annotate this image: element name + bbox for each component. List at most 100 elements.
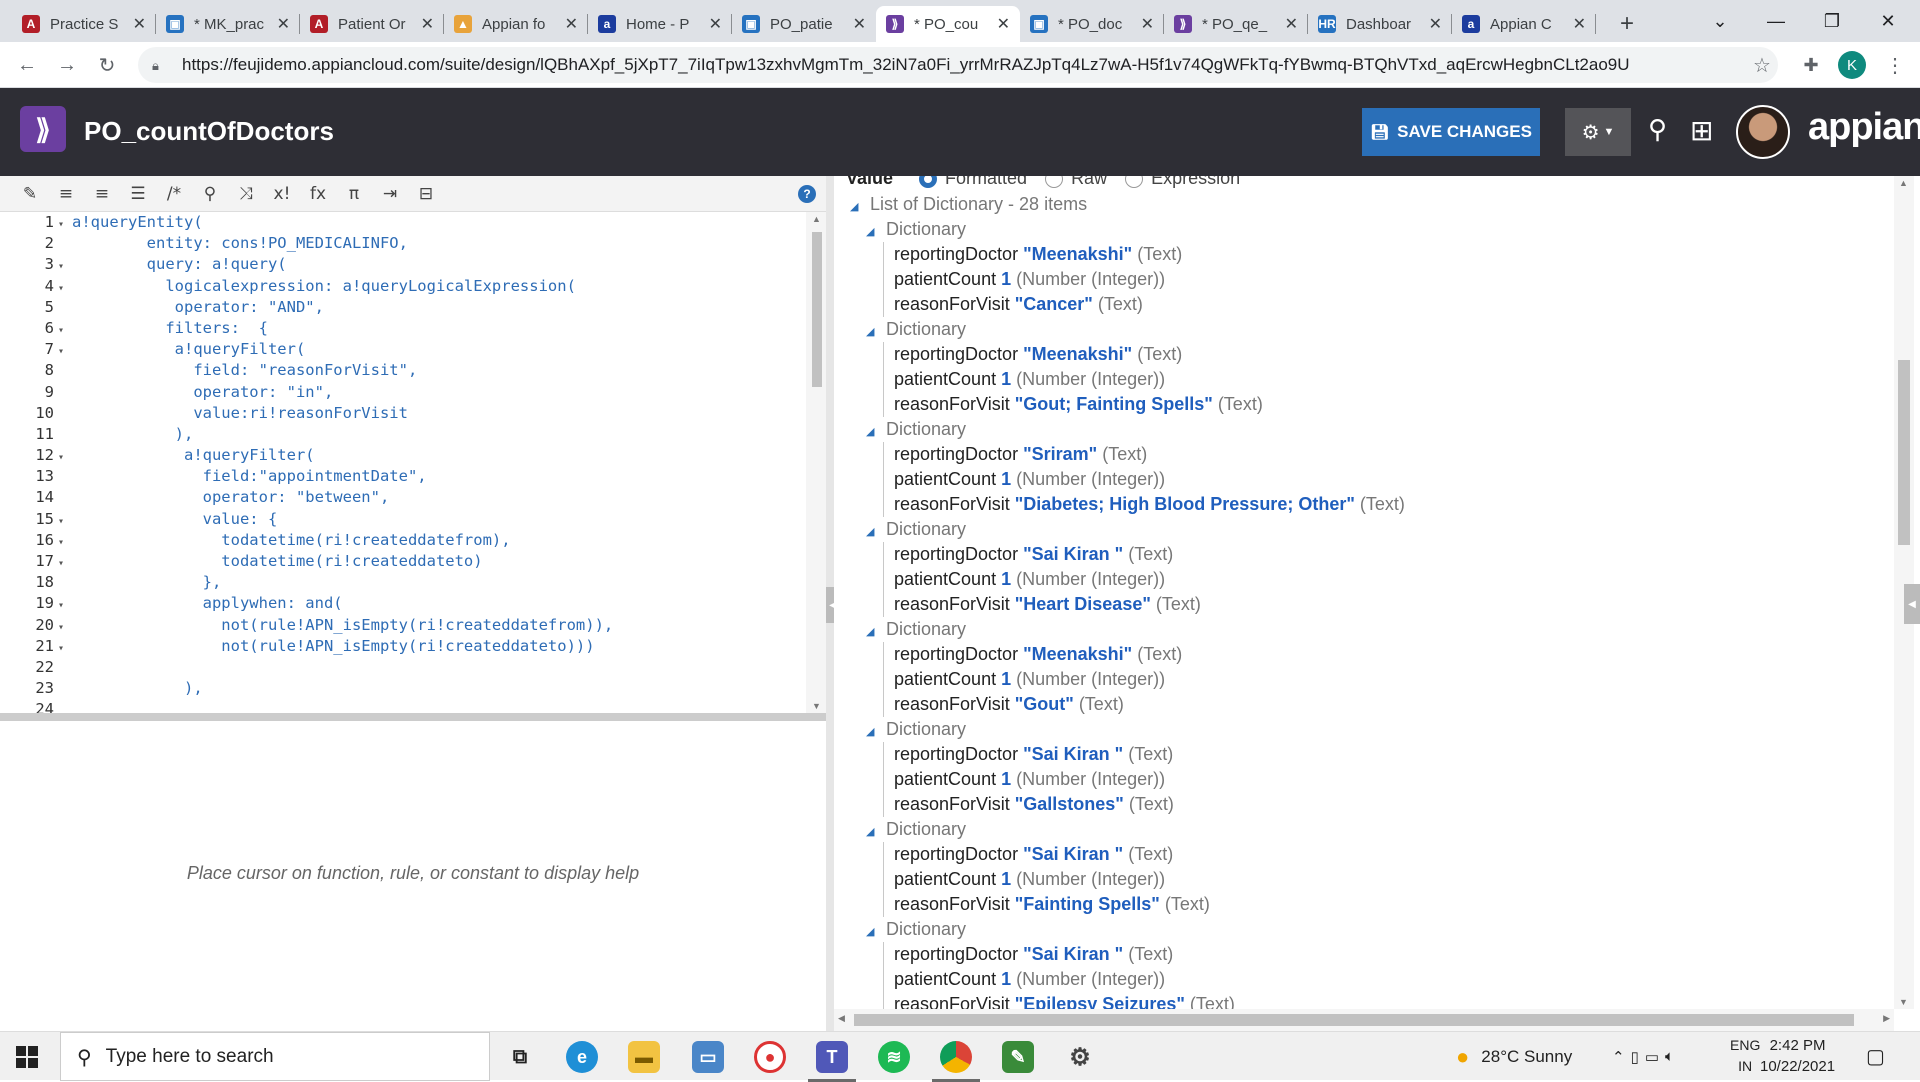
user-avatar[interactable] xyxy=(1736,105,1790,159)
chevron-up-icon[interactable]: ⌃ xyxy=(1612,1048,1631,1066)
toolbar-icon[interactable]: /* xyxy=(156,184,192,204)
tab-close-icon[interactable]: ✕ xyxy=(1141,14,1154,34)
scroll-down-icon[interactable]: ▼ xyxy=(812,701,821,711)
task-view-icon[interactable]: ⧉ xyxy=(504,1041,536,1073)
code-line[interactable]: 18 }, xyxy=(0,572,806,593)
code-line[interactable]: 20 ▾ not(rule!APN_isEmpty(ri!createddatef… xyxy=(0,615,806,636)
tab-search-icon[interactable]: ⌄ xyxy=(1692,0,1748,42)
forward-icon[interactable]: → xyxy=(52,50,82,80)
fold-arrow-icon[interactable]: ▾ xyxy=(58,256,72,277)
code-line[interactable]: 2 entity: cons!PO_MEDICALINFO, xyxy=(0,233,806,254)
fold-arrow-icon[interactable]: ▾ xyxy=(58,214,72,235)
volume-icon[interactable]: 🔈︎ xyxy=(1665,1048,1680,1065)
toolbar-icon[interactable]: ☰ xyxy=(120,184,156,204)
code-line[interactable]: 21 ▾ not(rule!APN_isEmpty(ri!createddatet… xyxy=(0,636,806,657)
taskbar-search-input[interactable]: ⚲ Type here to search xyxy=(60,1032,490,1081)
bookmark-star-icon[interactable]: ☆ xyxy=(1747,50,1777,80)
file-explorer-icon[interactable]: ▬ xyxy=(628,1041,660,1073)
value-hscrollbar[interactable]: ◀ ▶ xyxy=(834,1009,1894,1031)
search-web-icon[interactable]: ⚲ xyxy=(1648,114,1667,145)
teams-icon[interactable]: T xyxy=(808,1041,856,1082)
reload-icon[interactable]: ↻ xyxy=(92,50,122,80)
code-line[interactable]: 5 operator: "AND", xyxy=(0,297,806,318)
fold-arrow-icon[interactable]: ▾ xyxy=(58,447,72,468)
browser-tab[interactable]: HR Dashboar ✕ xyxy=(1308,6,1452,42)
tab-close-icon[interactable]: ✕ xyxy=(565,14,578,34)
browser-menu-icon[interactable]: ⋮ xyxy=(1880,50,1910,80)
code-line[interactable]: 15 ▾ value: { xyxy=(0,509,806,530)
code-line[interactable]: 10 value:ri!reasonForVisit xyxy=(0,403,806,424)
code-line[interactable]: 23 ), xyxy=(0,678,806,699)
fold-arrow-icon[interactable]: ▾ xyxy=(58,553,72,574)
toolbar-icon[interactable]: fx xyxy=(300,184,336,204)
toolbar-icon[interactable]: ⊟ xyxy=(408,184,444,204)
list-summary-row[interactable]: ◢ List of Dictionary - 28 items xyxy=(850,192,1405,217)
fold-arrow-icon[interactable]: ▾ xyxy=(58,341,72,362)
browser-tab[interactable]: ⟫ * PO_qe_ ✕ xyxy=(1164,6,1308,42)
chrome-icon[interactable] xyxy=(932,1041,980,1082)
dictionary-header[interactable]: ◢ Dictionary xyxy=(866,617,1405,642)
tab-close-icon[interactable]: ✕ xyxy=(709,14,722,34)
tab-close-icon[interactable]: ✕ xyxy=(421,14,434,34)
tab-close-icon[interactable]: ✕ xyxy=(277,14,290,34)
browser-tab[interactable]: ▣ * MK_prac ✕ xyxy=(156,6,300,42)
collapse-triangle-icon[interactable]: ◢ xyxy=(850,195,862,220)
pc-icon[interactable]: ▭ xyxy=(692,1041,724,1073)
extensions-icon[interactable]: ✚ xyxy=(1796,50,1826,80)
code-line[interactable]: 6 ▾ filters: { xyxy=(0,318,806,339)
dictionary-header[interactable]: ◢ Dictionary xyxy=(866,917,1405,942)
fold-arrow-icon[interactable]: ▾ xyxy=(58,320,72,341)
settings-menu-button[interactable]: ⚙ ▼ xyxy=(1565,108,1631,156)
dictionary-header[interactable]: ◢ Dictionary xyxy=(866,517,1405,542)
minimize-icon[interactable]: — xyxy=(1748,0,1804,42)
dictionary-header[interactable]: ◢ Dictionary xyxy=(866,317,1405,342)
close-window-icon[interactable]: ✕ xyxy=(1860,0,1916,42)
value-scroll-thumb[interactable] xyxy=(1898,360,1910,545)
browser-tab[interactable]: ▲ Appian fo ✕ xyxy=(444,6,588,42)
new-tab-button[interactable]: + xyxy=(1610,6,1644,42)
editor-splitter[interactable] xyxy=(0,713,826,721)
toolbar-icon[interactable]: ✎ xyxy=(12,184,48,204)
fold-arrow-icon[interactable]: ▾ xyxy=(58,278,72,299)
expression-radio[interactable]: Expression xyxy=(1125,176,1240,189)
code-area[interactable]: 1 ▾ a!queryEntity(2 entity: cons!PO_MEDICA… xyxy=(0,212,806,713)
scroll-left-icon[interactable]: ◀ xyxy=(838,1013,845,1024)
code-line[interactable]: 7 ▾ a!queryFilter( xyxy=(0,339,806,360)
weather-widget[interactable]: ● 28°C Sunny xyxy=(1456,1032,1572,1081)
code-line[interactable]: 13 field:"appointmentDate", xyxy=(0,466,806,487)
clock[interactable]: 2:42 PM 10/22/2021 xyxy=(1760,1035,1835,1077)
scroll-down-icon[interactable]: ▼ xyxy=(1899,997,1908,1007)
code-line[interactable]: 22 xyxy=(0,657,806,678)
notification-icon[interactable]: ▢ xyxy=(1866,1032,1885,1081)
code-line[interactable]: 16 ▾ todatetime(ri!createddatefrom), xyxy=(0,530,806,551)
toolbar-icon[interactable]: ⤨ xyxy=(228,184,264,204)
code-line[interactable]: 8 field: "reasonForVisit", xyxy=(0,360,806,381)
tab-close-icon[interactable]: ✕ xyxy=(1429,14,1442,34)
fold-arrow-icon[interactable]: ▾ xyxy=(58,595,72,616)
browser-tab[interactable]: ▣ * PO_doc ✕ xyxy=(1020,6,1164,42)
url-input[interactable]: 🔒︎ https://feujidemo.appiancloud.com/sui… xyxy=(138,47,1778,83)
scroll-up-icon[interactable]: ▲ xyxy=(812,214,821,224)
code-line[interactable]: 4 ▾ logicalexpression: a!queryLogicalExpr… xyxy=(0,276,806,297)
image-app-icon[interactable]: ✎ xyxy=(1002,1041,1034,1073)
code-line[interactable]: 3 ▾ query: a!query( xyxy=(0,254,806,275)
tab-close-icon[interactable]: ✕ xyxy=(1285,14,1298,34)
scroll-right-icon[interactable]: ▶ xyxy=(1883,1013,1890,1024)
dictionary-header[interactable]: ◢ Dictionary xyxy=(866,217,1405,242)
device-icon[interactable]: ▯ xyxy=(1631,1048,1645,1066)
settings-gear-icon[interactable]: ⚙ xyxy=(1064,1041,1096,1073)
battery-icon[interactable]: ▭ xyxy=(1645,1048,1665,1066)
code-line[interactable]: 1 ▾ a!queryEntity( xyxy=(0,212,806,233)
tab-close-icon[interactable]: ✕ xyxy=(997,14,1010,34)
toolbar-icon[interactable]: ≡ xyxy=(48,184,84,204)
scroll-up-icon[interactable]: ▲ xyxy=(1899,178,1908,188)
back-icon[interactable]: ← xyxy=(12,50,42,80)
code-line[interactable]: 19 ▾ applywhen: and( xyxy=(0,593,806,614)
system-tray-icons[interactable]: ⌃ ▯ ▭ 🔈︎ xyxy=(1612,1032,1680,1081)
code-line[interactable]: 11 ), xyxy=(0,424,806,445)
maximize-icon[interactable]: ❐ xyxy=(1804,0,1860,42)
expand-right-icon[interactable]: ◀ xyxy=(1904,584,1920,624)
toolbar-icon[interactable]: π xyxy=(336,184,372,204)
browser-tab[interactable]: a Appian C ✕ xyxy=(1452,6,1596,42)
browser-tab[interactable]: A Patient Or ✕ xyxy=(300,6,444,42)
